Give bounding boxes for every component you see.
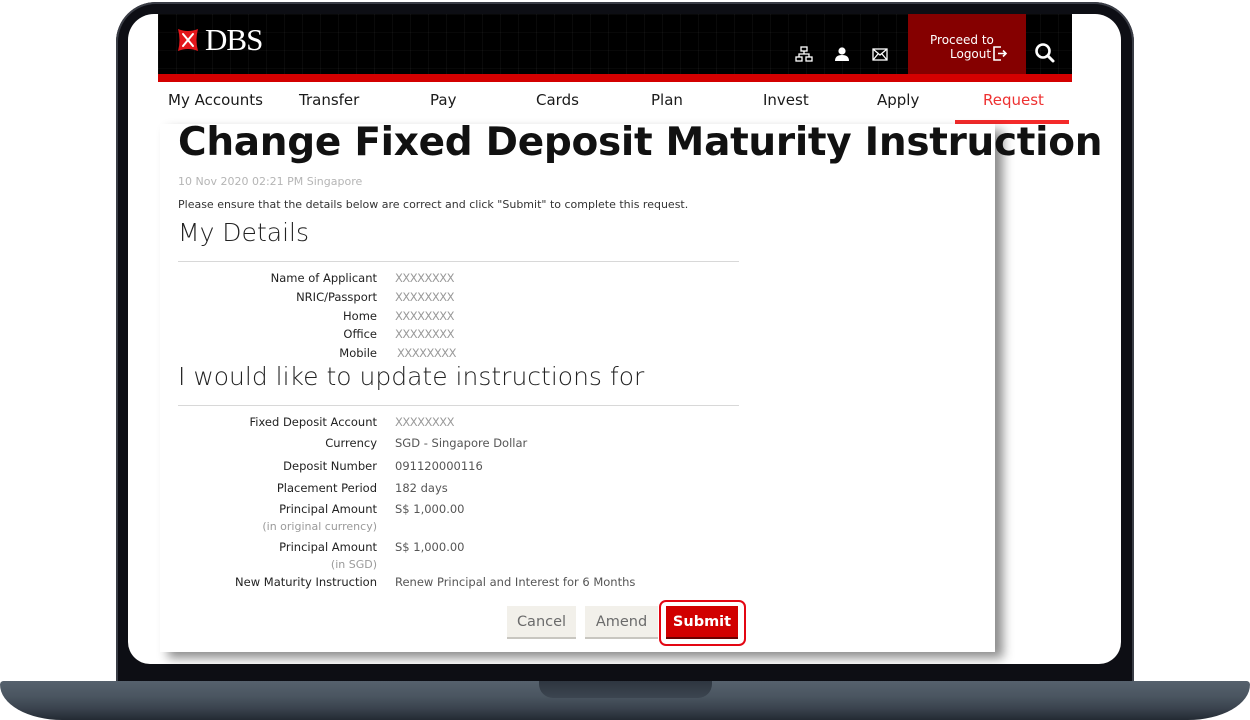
logout-label-line1: Proceed to (930, 33, 994, 47)
logout-icon (993, 46, 1008, 61)
mail-icon[interactable] (870, 44, 890, 64)
detail-row: Home XXXXXXXX (178, 309, 738, 325)
detail-row: Office XXXXXXXX (178, 327, 738, 343)
section-divider (178, 405, 739, 406)
logout-label-line2: Logout (950, 46, 992, 61)
proceed-to-logout-button[interactable]: Proceed to Logout (908, 14, 1026, 74)
instruction-text: Please ensure that the details below are… (178, 198, 689, 211)
detail-row: Name of Applicant XXXXXXXX (178, 271, 738, 287)
detail-label: Principal Amount (279, 540, 377, 554)
detail-label: New Maturity Instruction (235, 575, 377, 589)
detail-value: S$ 1,000.00 (395, 540, 465, 554)
detail-value: 091120000116 (395, 459, 483, 473)
section-title-my-details: My Details (178, 218, 309, 247)
detail-value: SGD - Singapore Dollar (395, 436, 528, 450)
main-nav: My Accounts Transfer Pay Cards Plan Inve… (158, 82, 1072, 124)
amend-button[interactable]: Amend (585, 606, 658, 639)
detail-row: Mobile XXXXXXXX (178, 346, 738, 362)
detail-value: XXXXXXXX (395, 327, 455, 341)
detail-label: Placement Period (276, 481, 377, 495)
submit-button[interactable]: Submit (666, 606, 738, 639)
detail-row: New Maturity Instruction Renew Principal… (178, 575, 738, 591)
detail-sublabel: (in original currency) (262, 520, 377, 533)
detail-label: Fixed Deposit Account (249, 415, 377, 429)
header-red-stripe (158, 74, 1072, 82)
laptop-hinge-notch (539, 681, 712, 698)
nav-invest[interactable]: Invest (763, 91, 809, 109)
detail-row: NRIC/Passport XXXXXXXX (178, 290, 738, 306)
detail-label: Deposit Number (283, 459, 377, 473)
sitemap-icon[interactable] (794, 44, 814, 64)
detail-row: Principal Amount S$ 1,000.00 (178, 540, 738, 556)
nav-transfer[interactable]: Transfer (299, 91, 359, 109)
nav-pay[interactable]: Pay (430, 91, 456, 109)
detail-row: Fixed Deposit Account XXXXXXXX (178, 415, 738, 431)
detail-value: XXXXXXXX (395, 415, 455, 429)
detail-label: Name of Applicant (270, 271, 377, 285)
logo-text: DBS (205, 22, 263, 57)
detail-label: Mobile (339, 346, 377, 360)
detail-value: XXXXXXXX (395, 271, 455, 285)
detail-label: NRIC/Passport (296, 290, 377, 304)
detail-value: 182 days (395, 481, 448, 495)
detail-label: Home (343, 309, 377, 323)
detail-row: Currency SGD - Singapore Dollar (178, 436, 738, 452)
nav-plan[interactable]: Plan (651, 91, 683, 109)
detail-label: Principal Amount (279, 502, 377, 516)
detail-value: Renew Principal and Interest for 6 Month… (395, 575, 636, 589)
detail-label: Office (343, 327, 377, 341)
detail-value: XXXXXXXX (395, 290, 455, 304)
detail-row: Deposit Number 091120000116 (178, 459, 738, 475)
section-divider (178, 261, 739, 262)
detail-label: Currency (325, 436, 377, 450)
section-title-update-instructions: I would like to update instructions for (178, 362, 645, 391)
detail-value: S$ 1,000.00 (395, 502, 465, 516)
detail-value: XXXXXXXX (395, 309, 455, 323)
detail-row: Principal Amount S$ 1,000.00 (178, 502, 738, 518)
detail-value: XXXXXXXX (397, 346, 457, 360)
nav-apply[interactable]: Apply (877, 91, 919, 109)
nav-cards[interactable]: Cards (536, 91, 579, 109)
nav-request[interactable]: Request (983, 91, 1044, 109)
search-icon[interactable] (1032, 40, 1060, 68)
nav-my-accounts[interactable]: My Accounts (168, 91, 263, 109)
dbs-logo[interactable]: DBS (175, 22, 263, 57)
detail-sublabel: (in SGD) (330, 558, 377, 571)
detail-row: Placement Period 182 days (178, 481, 738, 497)
dbs-star-icon (178, 29, 198, 51)
user-icon[interactable] (832, 44, 852, 64)
cancel-button[interactable]: Cancel (507, 606, 576, 639)
timestamp: 10 Nov 2020 02:21 PM Singapore (178, 175, 363, 188)
page-title: Change Fixed Deposit Maturity Instructio… (178, 120, 1103, 165)
